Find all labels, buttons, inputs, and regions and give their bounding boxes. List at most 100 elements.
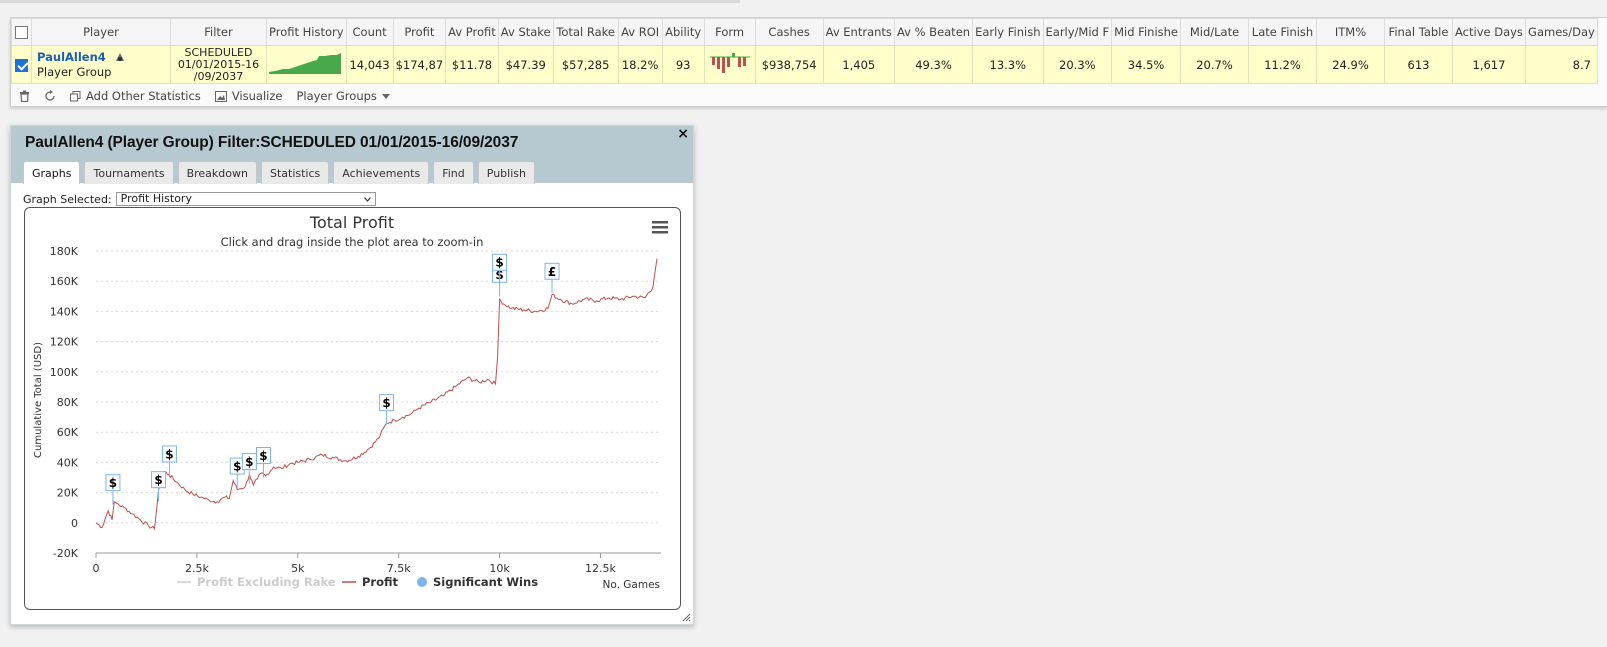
chart-subtitle: Click and drag inside the plot area to z…	[221, 235, 484, 249]
player-groups-label: Player Groups	[296, 89, 377, 103]
significant-win-flag[interactable]: $	[151, 471, 167, 502]
column-header[interactable]: Mid Finishe	[1111, 18, 1181, 46]
column-header[interactable]: Early/Mid F	[1042, 18, 1113, 46]
delete-button[interactable]	[19, 90, 30, 102]
tab-publish[interactable]: Publish	[477, 161, 535, 184]
dialog-tabs: Graphs Tournaments Breakdown Statistics …	[23, 161, 535, 184]
significant-win-flag[interactable]: $	[241, 453, 257, 484]
column-header[interactable]: Active Days	[1452, 18, 1526, 46]
column-header[interactable]: Profit History	[266, 18, 347, 46]
column-header[interactable]: Av ROI	[617, 18, 663, 46]
row-checkbox[interactable]	[15, 58, 28, 72]
significant-win-flag[interactable]: $	[255, 447, 271, 478]
column-header[interactable]: Cashes	[754, 18, 824, 46]
cashes-cell: $938,754	[754, 45, 824, 84]
tab-tournaments[interactable]: Tournaments	[84, 161, 174, 184]
flag-label: $	[154, 473, 162, 487]
y-axis-label: Cumulative Total (USD)	[33, 342, 44, 458]
column-header[interactable]: Av Profit	[445, 18, 499, 46]
y-tick-label: 40K	[57, 456, 79, 469]
add-other-statistics-label: Add Other Statistics	[86, 89, 201, 103]
refresh-icon	[45, 90, 55, 101]
tab-breakdown[interactable]: Breakdown	[177, 161, 257, 184]
graph-selected-label: Graph Selected:	[23, 192, 112, 206]
chart-container: -20K 0 20K 40K 60K 80K 100K 120K 140K 160K 180K 0 2…	[24, 207, 681, 610]
visualize-button[interactable]: Visualize	[214, 89, 282, 103]
legend-item-significant-wins[interactable]: Significant Wins	[417, 575, 538, 589]
total-rake-cell: $57,285	[552, 45, 619, 84]
chart-legend: Profit Excluding Rake Profit Significant…	[177, 575, 538, 589]
select-all-checkbox[interactable]	[15, 26, 28, 39]
table-header-row: Player Filter Profit History Count Profi…	[11, 18, 1598, 46]
form-bars	[709, 53, 750, 73]
mid-finish-cell: 34.5%	[1111, 45, 1181, 84]
flag-label: $	[245, 455, 253, 469]
y-tick-label: 0	[71, 517, 78, 530]
x-tick-label: 0	[93, 562, 100, 575]
x-tick-label: 7.5k	[387, 562, 411, 575]
y-tick-label: 20K	[57, 487, 79, 500]
legend-item-profit[interactable]: Profit	[342, 575, 399, 589]
column-header[interactable]: Av Entrants	[822, 18, 895, 46]
column-header[interactable]: Total Rake	[552, 18, 619, 46]
column-header[interactable]: Form	[703, 18, 756, 46]
significant-win-flag[interactable]: $	[379, 394, 395, 425]
header-select-all[interactable]	[11, 18, 32, 46]
resize-handle-icon[interactable]	[682, 613, 691, 622]
table-row[interactable]: PaulAllen4 Player Group SCHEDULED 01/01/…	[11, 45, 1598, 84]
tab-graphs[interactable]: Graphs	[23, 161, 81, 184]
x-tick-label: 2.5k	[185, 562, 209, 575]
chevron-down-icon	[363, 196, 371, 202]
flag-label: $	[259, 449, 267, 463]
column-header[interactable]: Av Stake	[497, 18, 554, 46]
column-header[interactable]: Mid/Late	[1180, 18, 1249, 46]
column-header[interactable]: Av % Beaten	[893, 18, 974, 46]
y-tick-label: 140K	[50, 305, 79, 318]
graph-selector: Graph Selected: Profit History	[23, 192, 376, 206]
close-icon[interactable]: ×	[677, 126, 689, 142]
y-tick-label: -20K	[53, 547, 79, 560]
column-header[interactable]: Late Finish	[1248, 18, 1317, 46]
av-entrants-cell: 1,405	[822, 45, 895, 84]
menu-icon[interactable]	[652, 221, 668, 234]
final-table-cell: 613	[1384, 45, 1453, 84]
column-header[interactable]: Final Table	[1384, 18, 1453, 46]
player-groups-dropdown[interactable]: Player Groups	[296, 89, 390, 103]
graph-select[interactable]: Profit History	[115, 192, 376, 206]
significant-win-flag[interactable]: $	[105, 474, 121, 505]
column-header[interactable]: Filter	[170, 18, 267, 46]
player-name-link[interactable]: PaulAllen4	[37, 50, 106, 65]
profit-history-sparkline-cell	[266, 45, 347, 84]
legend-label: Significant Wins	[433, 575, 538, 589]
ability-cell: 93	[661, 45, 705, 84]
row-select-cell[interactable]	[11, 45, 32, 84]
column-header[interactable]: Games/Day	[1524, 18, 1598, 46]
column-header[interactable]: Count	[345, 18, 394, 46]
tab-find[interactable]: Find	[433, 161, 474, 184]
mid-late-cell: 20.7%	[1180, 45, 1249, 84]
table-toolbar: Add Other Statistics Visualize Player Gr…	[11, 85, 1607, 107]
chevron-down-icon	[381, 93, 390, 99]
av-roi-cell: 18.2%	[617, 45, 663, 84]
add-stats-icon	[70, 90, 81, 101]
profit-series-line	[95, 258, 658, 531]
x-tick-label: 5k	[291, 562, 305, 575]
top-shadow	[0, 0, 740, 3]
column-header[interactable]: Early Finish	[972, 18, 1044, 46]
legend-item-profit-excluding-rake[interactable]: Profit Excluding Rake	[177, 575, 336, 589]
column-header[interactable]: ITM%	[1316, 18, 1385, 46]
x-axis-label: No. Games	[603, 579, 661, 591]
tab-achievements[interactable]: Achievements	[333, 161, 430, 184]
tab-statistics[interactable]: Statistics	[260, 161, 330, 184]
significant-win-flag[interactable]: £	[544, 262, 560, 294]
refresh-button[interactable]	[44, 90, 56, 102]
early-finish-cell: 13.3%	[972, 45, 1044, 84]
y-tick-label: 100K	[50, 366, 79, 379]
column-header[interactable]: Player	[31, 18, 171, 46]
graph-select-value: Profit History	[120, 192, 192, 205]
column-header[interactable]: Ability	[661, 18, 705, 46]
profit-chart[interactable]: -20K 0 20K 40K 60K 80K 100K 120K 140K 160K 180K 0 2…	[25, 208, 680, 609]
add-other-statistics-button[interactable]: Add Other Statistics	[70, 89, 201, 103]
column-header[interactable]: Profit	[392, 18, 447, 46]
itm-cell: 24.9%	[1316, 45, 1385, 84]
